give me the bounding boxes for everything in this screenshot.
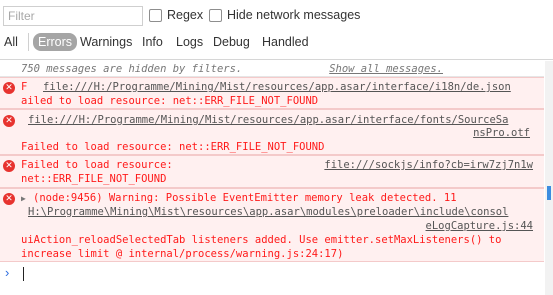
level-handled[interactable]: Handled xyxy=(258,33,313,51)
level-errors[interactable]: Errors xyxy=(33,33,78,51)
message-text-continued: net::ERR_FILE_NOT_FOUND xyxy=(21,173,167,185)
level-all[interactable]: All xyxy=(0,33,22,51)
resource-link-continued[interactable]: nsPro.otf xyxy=(473,127,530,139)
level-warnings[interactable]: Warnings xyxy=(76,33,136,51)
error-icon: ✕ xyxy=(3,82,15,94)
level-logs[interactable]: Logs xyxy=(172,33,207,51)
resource-link[interactable]: file:///H:/Programme/Mining/Mist/resourc… xyxy=(43,81,511,93)
message-text: ailed to load resource: net::ERR_FILE_NO… xyxy=(21,95,319,107)
message-text: Failed to load resource: net::ERR_FILE_N… xyxy=(21,141,325,153)
filter-input[interactable] xyxy=(3,6,143,26)
text-caret xyxy=(23,267,24,281)
message-text-continued: increase limit @ internal/process/warnin… xyxy=(21,248,344,260)
scrollbar-thumb[interactable] xyxy=(547,186,551,200)
resource-link[interactable]: file:///sockjs/info?cb=irw7zj7n1w xyxy=(324,159,533,171)
console-error-message: ✕ F file:///H:/Programme/Mining/Mist/res… xyxy=(0,77,544,109)
error-icon: ✕ xyxy=(3,115,15,127)
message-text-continued: uiAction_reloadSelectedTab listeners add… xyxy=(21,234,502,246)
console-prompt[interactable]: › xyxy=(0,262,544,284)
regex-label: Regex xyxy=(167,8,204,22)
console-error-message: ✕ file:///H:/Programme/Mining/Mist/resou… xyxy=(0,109,544,155)
hide-network-checkbox[interactable] xyxy=(209,9,222,22)
expand-triangle-icon[interactable]: ▶ xyxy=(21,194,26,203)
regex-checkbox[interactable] xyxy=(149,9,162,22)
show-all-messages-link[interactable]: Show all messages. xyxy=(329,63,443,75)
message-prefix: F xyxy=(21,81,40,93)
source-link[interactable]: H:\Programme\Mining\Mist\resources\app.a… xyxy=(28,206,508,218)
scrollbar[interactable] xyxy=(545,61,553,295)
error-icon: ✕ xyxy=(3,193,15,205)
console-error-message: ✕ ▶ (node:9456) Warning: Possible EventE… xyxy=(0,188,544,262)
prompt-chevron-icon: › xyxy=(5,265,10,280)
console-error-message: ✕ Failed to load resource: file:///sockj… xyxy=(0,155,544,188)
level-debug[interactable]: Debug xyxy=(209,33,254,51)
hide-network-label: Hide network messages xyxy=(227,8,361,22)
level-info[interactable]: Info xyxy=(138,33,167,51)
message-text: (node:9456) Warning: Possible EventEmitt… xyxy=(33,192,457,204)
hidden-messages-notice: 750 messages are hidden by filters. Show… xyxy=(0,61,544,77)
message-text: Failed to load resource: xyxy=(21,159,173,171)
error-icon: ✕ xyxy=(3,160,15,172)
source-link-continued[interactable]: eLogCapture.js:44 xyxy=(426,220,533,232)
resource-link[interactable]: file:///H:/Programme/Mining/Mist/resourc… xyxy=(28,114,508,126)
console-toolbar: Regex Hide network messages All Errors W… xyxy=(0,0,553,60)
hidden-messages-text: 750 messages are hidden by filters. xyxy=(21,63,243,75)
level-separator xyxy=(28,33,29,51)
